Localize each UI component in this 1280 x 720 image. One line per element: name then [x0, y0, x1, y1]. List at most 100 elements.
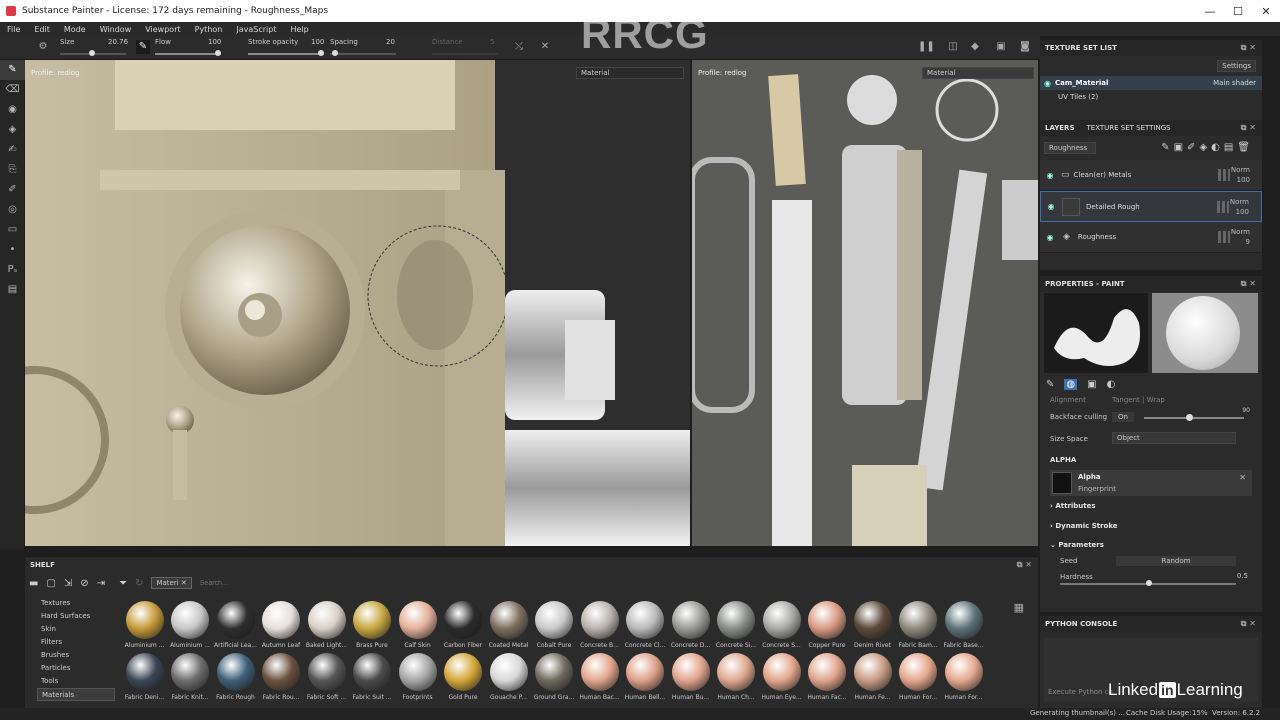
material-item[interactable]: Human For... [896, 653, 941, 705]
uv-view-icon[interactable]: ◫ [946, 40, 960, 54]
pen-pressure-icon[interactable]: ✎ [136, 40, 150, 54]
texture-set-cam-material[interactable]: ◉ Cam_Material Main shader [1040, 76, 1262, 90]
material-item[interactable]: Human Bac... [577, 653, 622, 705]
projection-icon[interactable]: ◉ [0, 100, 25, 120]
material-item[interactable]: Fabric Base... [941, 601, 986, 653]
python-console-input[interactable]: Execute Python co [1048, 688, 1113, 696]
material-item[interactable]: Fabric Suit ... [350, 653, 395, 705]
material-item[interactable]: Fabric Rou... [259, 653, 304, 705]
size-space-row[interactable]: Size Space Object [1040, 428, 1262, 450]
menu-viewport[interactable]: Viewport [138, 25, 187, 34]
material-item[interactable]: Footprints [395, 653, 440, 705]
material-item[interactable]: Fabric Rough [213, 653, 258, 705]
material-item[interactable]: Coated Metal [486, 601, 531, 653]
smudge-icon[interactable]: ✍ [0, 140, 25, 160]
backface-culling-slider[interactable] [1144, 417, 1244, 419]
maximize-button[interactable]: ☐ [1224, 0, 1252, 22]
panel-close-icon[interactable]: ⧉ ✕ [1017, 560, 1032, 570]
shelf-category-tools[interactable]: Tools [37, 675, 115, 688]
material-item[interactable]: Baked Light... [304, 601, 349, 653]
size-control[interactable]: Size 20.76 [60, 38, 128, 58]
new-item-icon[interactable]: ▢ [46, 578, 55, 589]
paint-brush-icon[interactable]: ✎ [0, 60, 25, 80]
spacing-control[interactable]: Spacing 20 [330, 38, 396, 58]
panel-close-icon[interactable]: ⧉ ✕ [1241, 279, 1256, 289]
layer-blend[interactable]: Norm 9 [1231, 227, 1250, 247]
material-item[interactable]: Fabric Soft ... [304, 653, 349, 705]
remove-alpha-icon[interactable]: ✕ [1239, 473, 1246, 482]
material-item[interactable]: Gouache P... [486, 653, 531, 705]
layer-blend[interactable]: Norm 100 [1231, 165, 1250, 185]
menu-help[interactable]: Help [283, 25, 315, 34]
material-item[interactable]: Brass Pure [350, 601, 395, 653]
seed-random-button[interactable]: Random [1116, 556, 1236, 566]
material-item[interactable]: Concrete Cl... [623, 601, 668, 653]
material-item[interactable]: Autumn Leaf [259, 601, 304, 653]
material-item[interactable]: Human Fac... [805, 653, 850, 705]
stencil-tab-icon[interactable]: ◐ [1107, 379, 1116, 390]
visibility-eye-icon[interactable]: ◉ [1044, 79, 1051, 88]
alpha-slot[interactable]: Alpha Fingerprint ✕ [1050, 470, 1252, 496]
material-item[interactable]: Concrete S... [759, 601, 804, 653]
material-item[interactable]: Carbon Fiber [441, 601, 486, 653]
menu-file[interactable]: File [0, 25, 27, 34]
hardness-row[interactable]: Hardness 0.5 [1040, 568, 1262, 586]
backface-culling-slider-handle[interactable] [1186, 414, 1193, 421]
import-icon[interactable]: ⇲ [64, 578, 72, 589]
shelf-category-skin[interactable]: Skin [37, 623, 115, 636]
spacing-slider-handle[interactable] [332, 50, 338, 56]
material-item[interactable]: Denim Rivet [850, 601, 895, 653]
visibility-eye-icon[interactable]: ◉ [1044, 202, 1058, 211]
panel-close-icon[interactable]: ⧉ ✕ [1241, 123, 1256, 133]
viewport-2d-mode-select[interactable]: Material [922, 67, 1034, 79]
material-item[interactable]: Calf Skin [395, 601, 440, 653]
eraser-icon[interactable]: ⌫ [0, 80, 25, 100]
geometry-mask-icon[interactable]: ▭ [0, 220, 25, 240]
size-space-select[interactable]: Object [1112, 432, 1236, 444]
stroke-opacity-control[interactable]: Stroke opacity 100 [248, 38, 324, 58]
viewport-3d[interactable]: Profile: redlog Material [25, 60, 690, 546]
channel-select[interactable]: Roughness [1044, 142, 1096, 154]
3d-view-icon[interactable]: ◆ [968, 40, 982, 54]
brush-tab-icon[interactable]: ✎ [1046, 379, 1054, 390]
alpha-tab-icon[interactable]: ▣ [1087, 379, 1096, 390]
material-item[interactable]: Aluminium ... [122, 601, 167, 653]
visibility-eye-icon[interactable]: ◉ [1043, 171, 1057, 180]
menu-window[interactable]: Window [93, 25, 139, 34]
lazy-mouse-icon[interactable]: ⤯ [512, 40, 526, 54]
grid-view-icon[interactable]: ▦ [1014, 601, 1024, 614]
refresh-icon[interactable]: ↻ [135, 578, 143, 589]
tab-layers[interactable]: LAYERS [1045, 124, 1075, 132]
layer-blend[interactable]: Norm 100 [1230, 197, 1249, 217]
material-item[interactable]: Cobalt Pure [532, 601, 577, 653]
shelf-category-brushes[interactable]: Brushes [37, 649, 115, 662]
texture-set-settings-button[interactable]: Settings [1217, 60, 1256, 72]
seed-row[interactable]: Seed Random [1040, 554, 1262, 568]
material-item[interactable]: Concrete Si... [714, 601, 759, 653]
bake-icon[interactable]: ◎ [0, 200, 25, 220]
material-item[interactable]: Human Fe... [850, 653, 895, 705]
material-item[interactable]: Human For... [941, 653, 986, 705]
hardness-slider-handle[interactable] [1146, 580, 1152, 586]
shelf-search-input[interactable] [199, 577, 310, 589]
export-icon[interactable]: ⇥ [97, 578, 105, 589]
alignment-row[interactable]: Alignment Tangent | Wrap [1040, 394, 1262, 406]
shelf-category-materials[interactable]: Materials [37, 688, 115, 701]
shelf-category-textures[interactable]: Textures [37, 597, 115, 610]
material-item[interactable]: Fabric Knit... [168, 653, 213, 705]
parameters-section[interactable]: ⌄ Parameters [1040, 536, 1262, 554]
material-item[interactable]: Fabric Bam... [896, 601, 941, 653]
material-item[interactable]: Human Bell... [623, 653, 668, 705]
size-slider-handle[interactable] [89, 50, 95, 56]
filter-tag[interactable]: Materi ✕ [151, 577, 192, 589]
layer-item[interactable]: ◉ ▭ Clean(er) Metals Norm 100 [1040, 160, 1262, 191]
panel-close-icon[interactable]: ⧉ ✕ [1241, 43, 1256, 53]
material-item[interactable]: Artificial Lea... [213, 601, 258, 653]
clone-icon[interactable]: ⎘ [0, 160, 25, 180]
camera-settings-icon[interactable]: ▣ [994, 40, 1008, 54]
uv-tiles-row[interactable]: UV Tiles (2) [1040, 90, 1262, 104]
shelf-category-particles[interactable]: Particles [37, 662, 115, 675]
python-icon[interactable]: Pₛ [0, 260, 25, 280]
material-item[interactable]: Fabric Deni... [122, 653, 167, 705]
tab-texture-set-settings[interactable]: TEXTURE SET SETTINGS [1087, 124, 1171, 132]
